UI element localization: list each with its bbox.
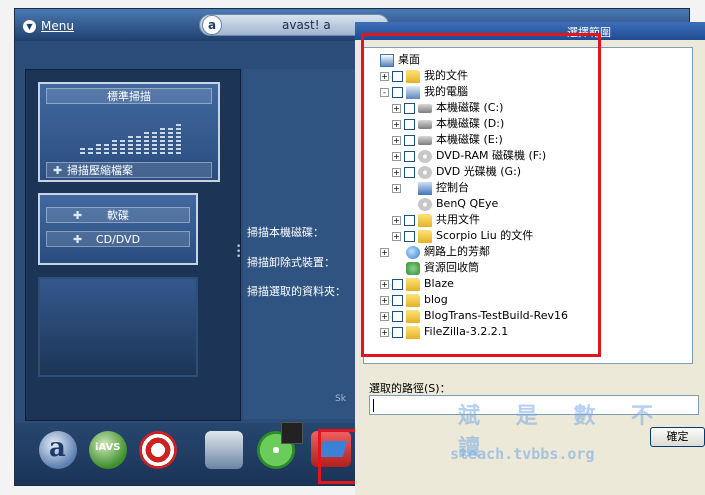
removable-scan-card[interactable]: ✚ 軟碟 ✚ CD/DVD — [38, 193, 198, 265]
compressed-files-option[interactable]: ✚ 掃描壓縮檔案 — [46, 162, 212, 178]
sk-text: Sk — [335, 394, 346, 404]
path-label: 選取的路徑(S)： — [369, 382, 451, 395]
plus-icon: ✚ — [73, 209, 83, 222]
level-meter-icon — [80, 124, 200, 154]
menu-label: Menu — [41, 19, 74, 33]
hard-disk-icon[interactable] — [205, 431, 243, 469]
empty-scan-card — [38, 277, 198, 377]
avast-title-text: avast! a — [282, 18, 331, 32]
chevron-down-icon: ▼ — [23, 19, 36, 33]
standard-scan-card[interactable]: 標準掃描 ✚ 掃描壓縮檔案 — [38, 82, 220, 182]
scan-options-area — [243, 69, 363, 419]
scan-removable-label: 掃描卸除式裝置： — [247, 256, 335, 269]
floppy-option[interactable]: ✚ 軟碟 — [46, 207, 190, 223]
plus-icon: ✚ — [53, 164, 63, 177]
compressed-files-label: 掃描壓縮檔案 — [67, 164, 133, 177]
iavs-update-icon[interactable]: iAVS — [89, 431, 127, 469]
watermark-line2: steach.tvbbs.org — [450, 445, 595, 463]
standard-scan-title: 標準掃描 — [46, 88, 212, 104]
cd-dvd-option[interactable]: ✚ CD/DVD — [46, 231, 190, 247]
floppy-label: 軟碟 — [107, 209, 129, 222]
scan-panel: 標準掃描 ✚ 掃描壓縮檔案 ✚ 軟碟 ✚ CD/DVD — [25, 69, 241, 421]
scan-folders-label: 掃描選取的資料夾： — [247, 285, 346, 298]
menu-button[interactable]: ▼ Menu — [23, 17, 74, 35]
iavs-label: iAVS — [95, 442, 121, 453]
floppy-icon[interactable] — [281, 422, 303, 444]
highlight-tree — [361, 33, 601, 357]
splitter-grip[interactable]: • • • — [236, 243, 241, 262]
avast-logo-icon: a — [202, 15, 222, 35]
text-caret — [373, 399, 374, 412]
lifebuoy-icon[interactable] — [139, 431, 177, 469]
scan-local-disks-label: 掃描本機磁碟： — [247, 226, 324, 239]
avast-icon[interactable]: a — [39, 431, 77, 469]
cd-dvd-label: CD/DVD — [95, 232, 141, 246]
plus-icon: ✚ — [73, 233, 83, 246]
